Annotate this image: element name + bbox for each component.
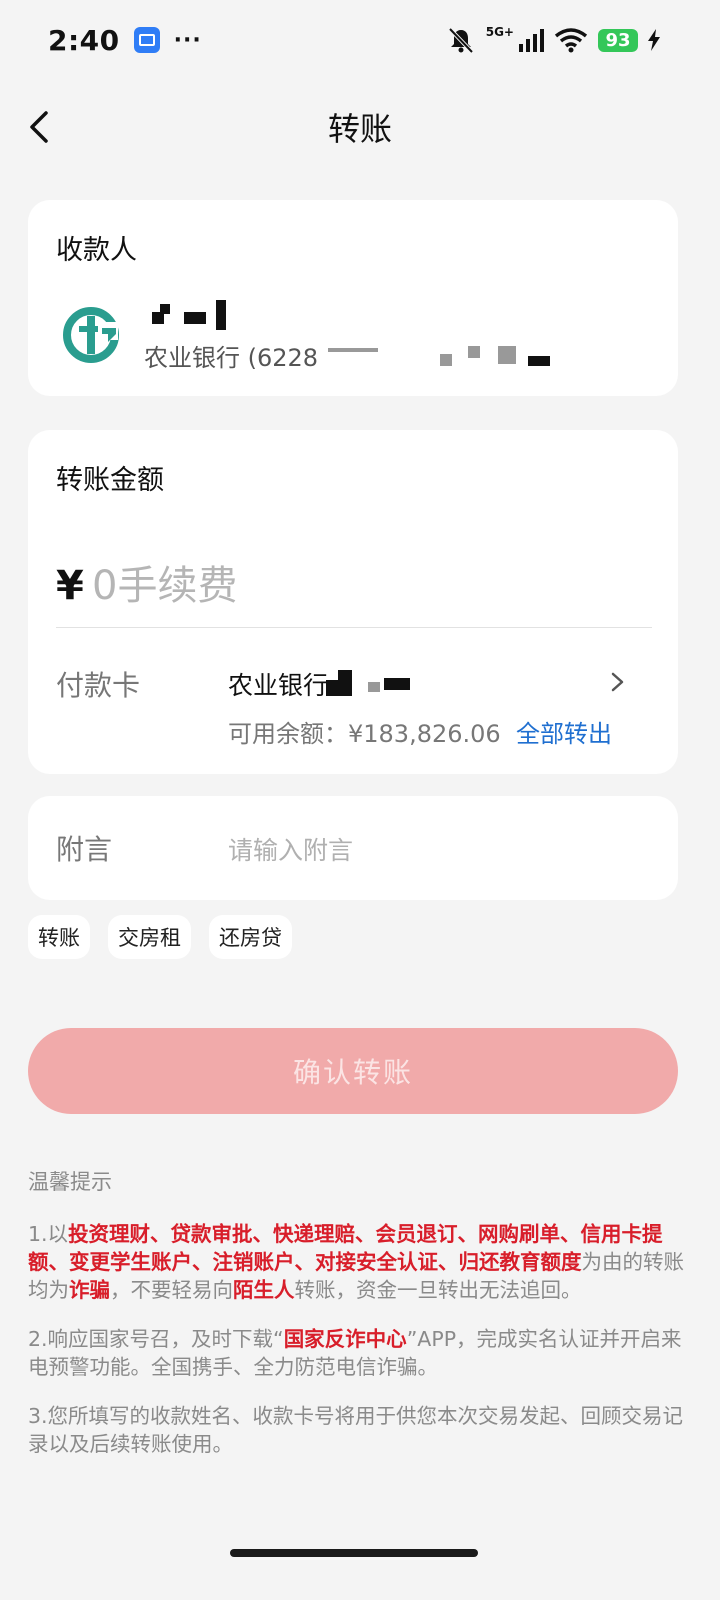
tips-title: 温馨提示 (28, 1170, 112, 1194)
payee-section-title: 收款人 (56, 235, 137, 266)
battery-level: 93 (598, 28, 638, 52)
amount-section-title: 转账金额 (56, 465, 164, 496)
amount-divider (56, 627, 652, 628)
tip-1-text-a: 1.以 (28, 1222, 69, 1246)
mute-bell-icon (448, 27, 474, 54)
pay-card-label: 付款卡 (56, 669, 141, 702)
abc-bank-logo-icon (63, 307, 119, 363)
amount-input[interactable] (92, 556, 632, 616)
chip-repay-mortgage[interactable]: 还房贷 (209, 915, 292, 959)
page-title: 转账 (327, 110, 392, 148)
charging-bolt-icon (648, 29, 660, 51)
tip-2-text-a: 2.响应国家号召，及时下载“ (28, 1327, 284, 1351)
wallet-app-icon (133, 27, 160, 53)
chip-transfer[interactable]: 转账 (28, 915, 90, 959)
home-indicator[interactable] (230, 1549, 478, 1557)
status-right: 5G+ 93 (446, 25, 660, 55)
signal-icon (519, 29, 544, 52)
available-balance: 可用余额：¥183,826.06 (228, 720, 501, 748)
memo-input[interactable] (228, 830, 648, 870)
memo-chips: 转账 交房租 还房贷 (28, 915, 292, 959)
tip-2: 2.响应国家号召，及时下载“国家反诈中心”APP，完成实名认证并开启来电预警功能… (28, 1325, 688, 1381)
amount-card: 转账金额 ¥ 付款卡 农业银行 可用余额：¥183,826.06 全部转出 (28, 430, 678, 774)
tip-1-text-c: ，不要轻易向 (110, 1278, 233, 1302)
currency-symbol: ¥ (56, 563, 84, 609)
transfer-all-link[interactable]: 全部转出 (516, 714, 612, 749)
tip-1-fraud-word: 诈骗 (69, 1278, 110, 1302)
memo-card: 附言 (28, 796, 678, 900)
chip-pay-rent[interactable]: 交房租 (108, 915, 191, 959)
back-arrow-icon[interactable] (22, 107, 62, 147)
payee-bank-account: 农业银行 (6228 (144, 344, 319, 372)
pay-card-name: 农业银行 (228, 671, 329, 700)
network-type-label: 5G+ (485, 25, 514, 39)
status-time: 2:40 (48, 23, 120, 57)
status-left: 2:40 ··· (48, 24, 202, 57)
nav-bar: 转账 (0, 88, 720, 166)
wifi-icon (554, 28, 588, 53)
tip-3: 3.您所填写的收款姓名、收款卡号将用于供您本次交易发起、回顾交易记录以及后续转账… (28, 1404, 684, 1456)
tip-1-text-d: 转账，资金一旦转出无法追回。 (294, 1278, 582, 1302)
tip-1: 1.以投资理财、贷款审批、快递理赔、会员退订、网购刷单、信用卡提额、变更学生账户… (28, 1220, 688, 1304)
more-notifications-icon: ··· (173, 27, 202, 53)
status-bar: 2:40 ··· 5G+ 93 (0, 0, 720, 80)
payee-card[interactable]: 收款人 农业银行 (6228 (28, 200, 678, 396)
confirm-transfer-button[interactable]: 确认转账 (28, 1028, 678, 1114)
tip-1-stranger-word: 陌生人 (233, 1278, 295, 1302)
tip-2-app-name: 国家反诈中心 (283, 1327, 407, 1351)
tip-1-fraud-list: 投资理财、贷款审批、快递理赔、会员退订、网购刷单、信用卡提额、变更学生账户、注销… (28, 1222, 663, 1274)
memo-label: 附言 (56, 833, 113, 866)
chevron-right-icon (611, 672, 624, 692)
